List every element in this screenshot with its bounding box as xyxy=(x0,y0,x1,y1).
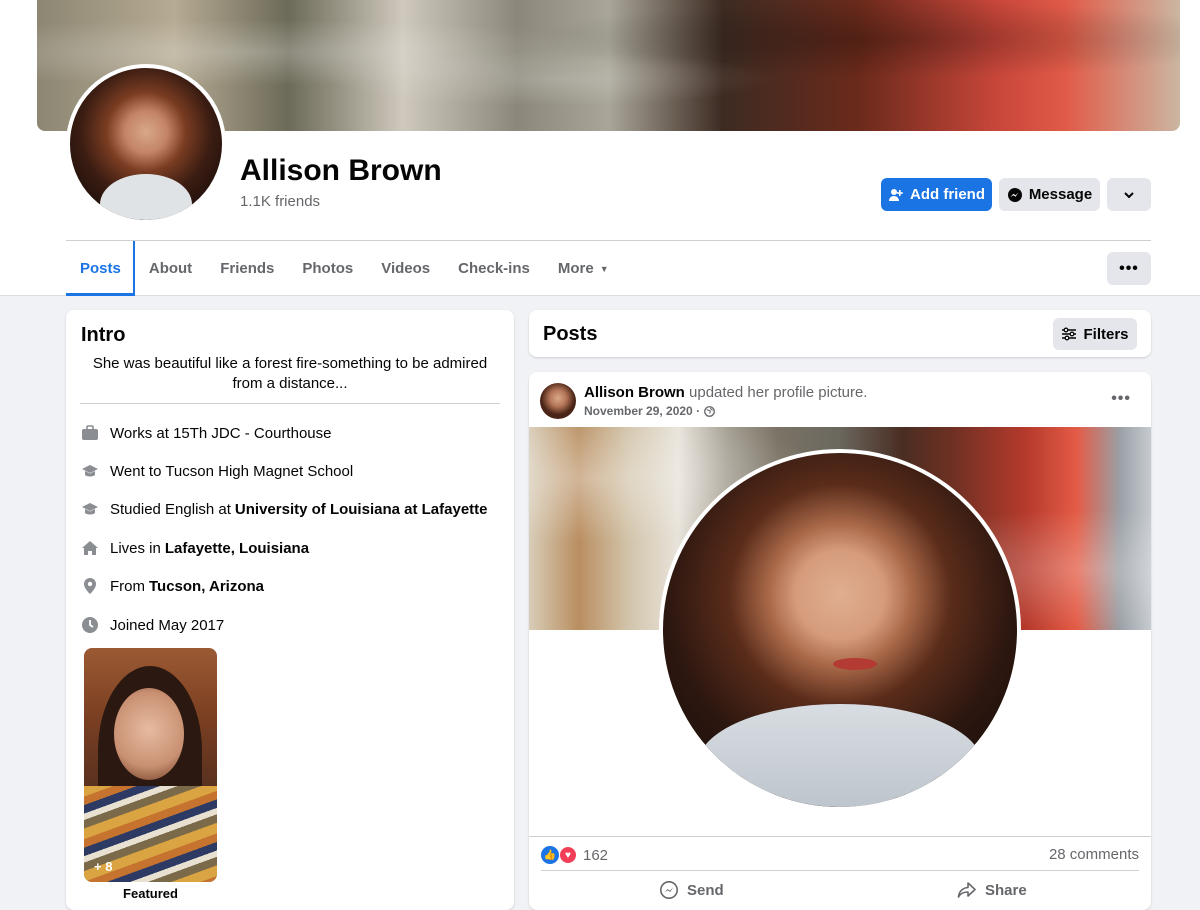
tab-about[interactable]: About xyxy=(135,241,206,296)
ellipsis-icon: ••• xyxy=(1119,259,1139,277)
intro-card: Intro She was beautiful like a forest fi… xyxy=(66,310,514,910)
tab-label: Photos xyxy=(302,260,354,277)
tab-photos[interactable]: Photos xyxy=(288,241,367,296)
tab-friends[interactable]: Friends xyxy=(206,241,288,296)
intro-row-text: From xyxy=(110,577,145,595)
graduation-cap-icon xyxy=(80,461,100,481)
location-pin-icon xyxy=(80,576,100,596)
reactions-summary[interactable]: 👍 ♥ 162 xyxy=(541,846,608,864)
post-author-name[interactable]: Allison Brown xyxy=(584,384,685,401)
featured-photo-face xyxy=(114,688,184,780)
message-button[interactable]: Message xyxy=(999,178,1100,211)
featured-photo[interactable]: + 8 xyxy=(84,648,217,882)
tab-label: Posts xyxy=(80,260,121,277)
post-timestamp[interactable]: November 29, 2020 · xyxy=(584,404,715,418)
intro-row-work: Works at 15Th JDC - Courthouse xyxy=(80,421,331,445)
intro-row-text: Went to Tucson High Magnet School xyxy=(110,462,354,480)
friends-count[interactable]: 1.1K friends xyxy=(240,193,320,210)
intro-row-text: Studied English at xyxy=(110,500,231,518)
sliders-icon xyxy=(1062,327,1077,341)
tab-check-ins[interactable]: Check-ins xyxy=(444,241,544,296)
post-author-line: Allison Brown updated her profile pictur… xyxy=(584,384,867,401)
intro-row-text: Joined May 2017 xyxy=(110,616,225,634)
tab-posts[interactable]: Posts xyxy=(66,241,135,296)
posts-title: Posts xyxy=(543,323,598,345)
post-profile-picture[interactable] xyxy=(659,449,1021,811)
briefcase-icon xyxy=(80,423,100,443)
intro-bio: She was beautiful like a forest fire-som… xyxy=(92,355,488,392)
post-options-button[interactable]: ••• xyxy=(1111,390,1131,408)
intro-row-university: Studied English at University of Louisia… xyxy=(80,497,488,521)
actions-divider xyxy=(541,870,1139,871)
message-label: Message xyxy=(1028,186,1093,203)
filters-button[interactable]: Filters xyxy=(1053,318,1137,350)
clock-icon xyxy=(80,615,100,635)
post-card: Allison Brown updated her profile pictur… xyxy=(529,372,1151,910)
messenger-icon xyxy=(1007,187,1022,202)
post-date-text: November 29, 2020 · xyxy=(584,404,701,418)
profile-name: Allison Brown xyxy=(240,154,442,187)
messenger-icon xyxy=(660,881,678,899)
caret-down-icon: ▼ xyxy=(599,263,609,274)
tab-label: Check-ins xyxy=(458,260,530,277)
profile-more-button[interactable] xyxy=(1107,178,1151,211)
love-reaction-icon: ♥ xyxy=(559,846,577,864)
tab-label: Videos xyxy=(381,260,431,277)
home-icon xyxy=(80,538,100,558)
intro-row-lives: Lives in Lafayette, Louisiana xyxy=(80,536,309,560)
intro-row-high-school: Went to Tucson High Magnet School xyxy=(80,459,353,483)
university-link[interactable]: University of Louisiana at Lafayette xyxy=(235,501,488,518)
share-arrow-icon xyxy=(957,882,976,898)
add-friend-label: Add friend xyxy=(910,186,985,203)
profile-tabs: Posts About Friends Photos Videos Check-… xyxy=(66,241,623,296)
globe-icon xyxy=(704,405,715,417)
post-action-text: updated her profile picture. xyxy=(689,384,868,401)
graduation-cap-icon xyxy=(80,499,100,519)
tab-active-edge xyxy=(133,241,135,295)
reaction-count: 162 xyxy=(583,846,609,864)
filters-label: Filters xyxy=(1083,325,1129,343)
featured-count: + 8 xyxy=(94,859,113,874)
add-friend-button[interactable]: Add friend xyxy=(881,178,992,211)
like-reaction-icon: 👍 xyxy=(541,846,559,864)
hometown-link[interactable]: Tucson, Arizona xyxy=(149,578,264,595)
posts-header: Posts Filters xyxy=(529,310,1151,357)
post-picture-detail xyxy=(832,658,877,671)
comments-count[interactable]: 28 comments xyxy=(1049,846,1139,863)
tab-label: More xyxy=(557,260,594,277)
tab-more[interactable]: More ▼ xyxy=(544,241,623,296)
post-divider xyxy=(529,836,1151,837)
intro-title: Intro xyxy=(81,324,126,346)
profile-header: Allison Brown 1.1K friends Add friend Me… xyxy=(0,0,1200,296)
intro-row-joined: Joined May 2017 xyxy=(80,613,224,637)
ellipsis-icon: ••• xyxy=(1111,390,1131,407)
intro-row-text: Lives in xyxy=(110,539,161,557)
send-button[interactable]: Send xyxy=(659,878,724,902)
lives-in-link[interactable]: Lafayette, Louisiana xyxy=(165,540,309,557)
featured-label: Featured xyxy=(123,886,178,901)
post-picture-shirt xyxy=(698,704,982,807)
share-button[interactable]: Share xyxy=(957,878,1027,902)
tab-label: About xyxy=(148,260,193,277)
intro-row-text: Works at 15Th JDC - Courthouse xyxy=(110,424,332,442)
post-author-avatar[interactable] xyxy=(540,383,576,419)
share-label: Share xyxy=(985,881,1027,899)
intro-row-from: From Tucson, Arizona xyxy=(80,574,264,598)
tab-videos[interactable]: Videos xyxy=(367,241,444,296)
send-label: Send xyxy=(687,881,724,899)
chevron-down-icon xyxy=(1124,191,1134,198)
profile-avatar[interactable] xyxy=(66,64,226,224)
tab-label: Friends xyxy=(220,260,275,277)
intro-divider xyxy=(80,403,500,404)
add-person-icon xyxy=(889,188,903,201)
tabs-more-options-button[interactable]: ••• xyxy=(1107,252,1151,285)
